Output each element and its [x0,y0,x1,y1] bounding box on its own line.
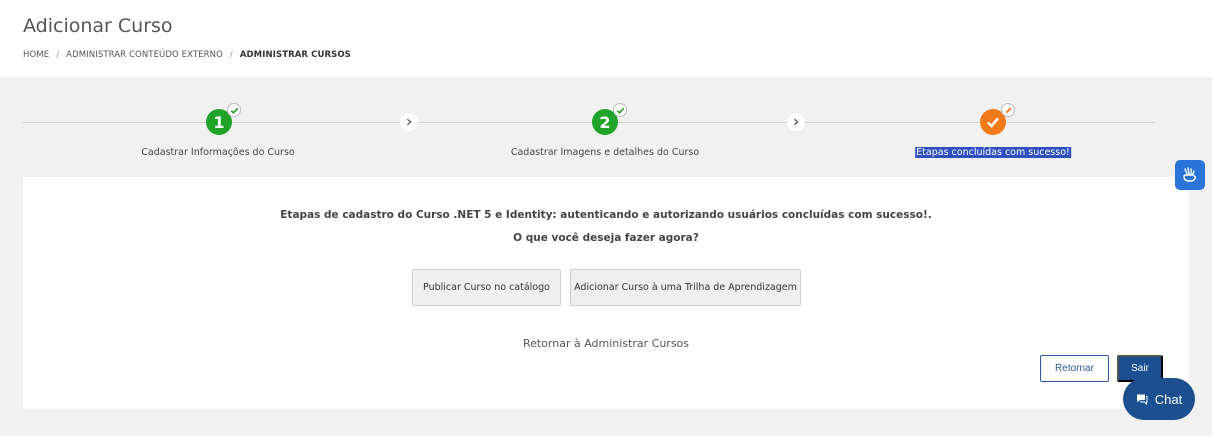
step-2-label: Cadastrar Imagens e detalhes do Curso [510,147,700,158]
step-1-label: Cadastrar Informações do Curso [141,147,295,158]
step-1-number: 1 [213,112,225,132]
step-2-circle: 2 [592,103,627,135]
check-icon [613,103,627,117]
breadcrumb-administrar-conteudo-externo[interactable]: ADMINISTRAR CONTEÚDO EXTERNO [66,50,223,60]
success-message: Etapas de cadastro do Curso .NET 5 e Ide… [280,209,932,221]
breadcrumb-separator: / [56,50,60,60]
step-3-label: Etapas concluídas com sucesso! [915,147,1071,158]
breadcrumb-current: ADMINISTRAR CURSOS [239,50,351,60]
pencil-icon [1001,103,1015,117]
page-header: Adicionar Curso HOME / ADMINISTRAR CONTE… [0,0,1212,77]
return-to-administrar-cursos-link[interactable]: Retornar à Administrar Cursos [23,337,1189,350]
sign-language-icon [1183,167,1197,182]
chevron-right-icon [400,113,418,131]
breadcrumb-separator: / [229,50,233,60]
success-panel: Etapas de cadastro do Curso .NET 5 e Ide… [23,177,1189,409]
breadcrumb: HOME / ADMINISTRAR CONTEÚDO EXTERNO / AD… [23,50,351,60]
step-3-circle [980,103,1015,135]
add-to-learning-trail-button[interactable]: Adicionar Curso à uma Trilha de Aprendiz… [570,269,801,306]
chat-bubble-icon [1136,394,1148,405]
page-title: Adicionar Curso [23,15,173,37]
step-2-number: 2 [599,112,611,132]
chat-button[interactable]: Chat [1123,378,1195,420]
retornar-button[interactable]: Retornar [1040,355,1109,382]
publish-course-button[interactable]: Publicar Curso no catálogo [412,269,561,306]
chevron-right-icon [787,113,805,131]
check-icon [227,103,241,117]
chat-label: Chat [1154,391,1183,407]
breadcrumb-home[interactable]: HOME [23,50,49,60]
checkmark-icon [987,117,999,128]
accessibility-widget[interactable] [1175,160,1205,190]
next-action-question: O que você deseja fazer agora? [513,232,699,244]
step-1-circle: 1 [206,103,241,135]
